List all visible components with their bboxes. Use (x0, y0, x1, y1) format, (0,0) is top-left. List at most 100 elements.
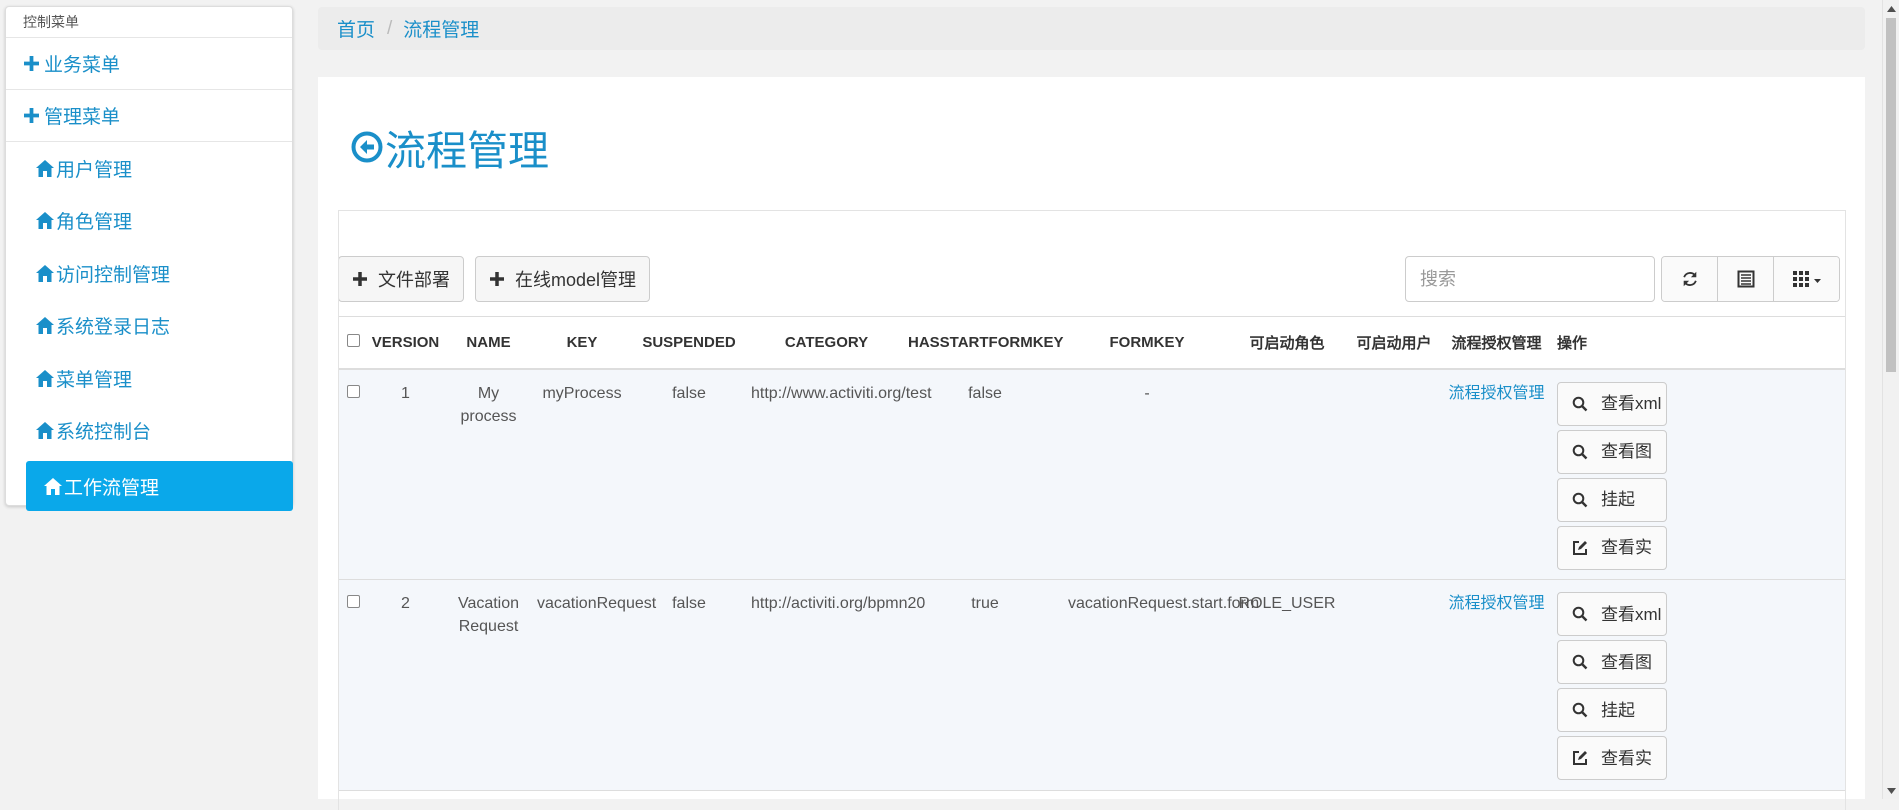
sidebar-item-label: 系统登录日志 (56, 317, 171, 339)
column-header[interactable]: 可启动角色 (1230, 316, 1344, 370)
cell-formkey: vacationRequest.start.form (1064, 579, 1259, 791)
column-header[interactable]: 流程授权管理 (1444, 316, 1549, 370)
menu-group-admin[interactable]: 管理菜单 (6, 90, 292, 142)
cell-users (1344, 368, 1444, 580)
cell-actions: 查看xml 查看图 挂起 查看实 (1549, 579, 1845, 791)
sidebar-item-label: 访问控制管理 (56, 264, 171, 286)
arrow-circle-left-icon[interactable] (351, 131, 383, 163)
sidebar-item-system-console[interactable]: 系统控制台 (6, 405, 292, 458)
cell-formkey: - (1064, 368, 1230, 580)
page-scrollbar[interactable] (1882, 0, 1899, 799)
search-input[interactable] (1405, 256, 1655, 302)
process-table: VERSION NAME KEY SUSPENDED CATEGORY HASS… (339, 316, 1845, 791)
select-all-cell (339, 316, 367, 370)
breadcrumb: 首页 / 流程管理 (318, 7, 1865, 50)
home-icon (36, 159, 54, 177)
scroll-thumb[interactable] (1886, 18, 1896, 372)
action-label: 挂起 (1601, 700, 1635, 720)
view-instances-button[interactable]: 查看实 (1557, 525, 1667, 570)
view-instances-button[interactable]: 查看实 (1557, 736, 1667, 780)
cell-version: 1 (367, 368, 444, 580)
refresh-icon (1681, 270, 1699, 288)
view-diagram-button[interactable]: 查看图 (1557, 640, 1667, 684)
table-header-row: VERSION NAME KEY SUSPENDED CATEGORY HASS… (339, 316, 1845, 370)
sidebar-item-label: 工作流管理 (64, 477, 160, 499)
search-icon (1572, 654, 1588, 670)
menu-group-business[interactable]: 业务菜单 (6, 38, 292, 90)
cell-name: My process (444, 368, 533, 580)
table-tools-group (1661, 256, 1840, 302)
scroll-down-arrow-icon[interactable] (1883, 782, 1899, 799)
scroll-up-arrow-icon[interactable] (1883, 0, 1899, 17)
cell-users (1344, 579, 1444, 791)
cell-hasstartformkey: true (906, 579, 1064, 791)
online-model-label: 在线model管理 (515, 270, 637, 290)
suspend-button[interactable]: 挂起 (1557, 688, 1667, 732)
table-row: 2 Vacation Request vacationRequest false… (339, 579, 1845, 791)
sidebar-item-login-log[interactable]: 系统登录日志 (6, 300, 292, 353)
column-header[interactable]: 可启动用户 (1344, 316, 1444, 370)
cell-roles (1230, 368, 1344, 580)
cell-key: myProcess (533, 368, 631, 580)
column-header[interactable]: HASSTARTFORMKEY (906, 316, 1064, 370)
action-label: 查看图 (1601, 442, 1652, 461)
menu-group-label: 管理菜单 (44, 107, 121, 128)
file-deploy-label: 文件部署 (378, 270, 450, 290)
action-label: 查看xml (1601, 394, 1662, 413)
cell-auth: 流程授权管理 (1444, 368, 1549, 580)
table-row: 1 My process myProcess false http://www.… (339, 368, 1845, 580)
row-checkbox[interactable] (346, 595, 360, 608)
column-header[interactable]: NAME (444, 316, 533, 370)
column-header[interactable]: KEY (533, 316, 631, 370)
row-select-cell (339, 368, 367, 580)
column-header[interactable]: FORMKEY (1064, 316, 1230, 370)
cell-name: Vacation Request (444, 579, 533, 791)
cell-auth: 流程授权管理 (1444, 579, 1549, 791)
column-header[interactable]: CATEGORY (747, 316, 906, 370)
online-model-button[interactable]: 在线model管理 (475, 256, 651, 302)
action-label: 查看图 (1601, 652, 1652, 672)
process-table-panel: 文件部署 在线model管理 搜索 VERSION NAME KEY SUSPE… (338, 210, 1846, 810)
cell-roles: ROLE_USER (1230, 579, 1344, 791)
row-checkbox[interactable] (346, 384, 360, 398)
columns-grid-icon (1792, 271, 1821, 287)
action-label: 查看xml (1601, 604, 1662, 624)
cell-version: 2 (367, 579, 444, 791)
breadcrumb-home-link[interactable]: 首页 (337, 15, 375, 42)
search-icon (1572, 444, 1588, 460)
list-toggle-icon (1737, 270, 1755, 288)
columns-dropdown-button[interactable] (1774, 257, 1839, 301)
suspend-button[interactable]: 挂起 (1557, 477, 1667, 522)
action-label: 挂起 (1601, 490, 1635, 509)
view-xml-button[interactable]: 查看xml (1557, 592, 1667, 636)
breadcrumb-separator: / (387, 17, 393, 39)
plus-icon (24, 56, 39, 71)
toggle-view-button[interactable] (1718, 257, 1774, 301)
page-title-text: 流程管理 (385, 128, 549, 174)
home-icon (36, 264, 54, 282)
action-label: 查看实 (1601, 538, 1652, 557)
menu-group-label: 业务菜单 (44, 55, 121, 76)
sidebar-item-access-control[interactable]: 访问控制管理 (6, 247, 292, 300)
auth-management-link[interactable]: 流程授权管理 (1448, 595, 1544, 612)
select-all-checkbox[interactable] (346, 333, 360, 347)
search-icon (1572, 396, 1588, 412)
sidebar-item-menu-management[interactable]: 菜单管理 (6, 352, 292, 405)
file-deploy-button[interactable]: 文件部署 (339, 256, 464, 302)
search-icon (1572, 606, 1588, 622)
edit-icon (1572, 540, 1588, 556)
column-header[interactable]: 操作 (1549, 316, 1845, 370)
sidebar-item-label: 用户管理 (56, 159, 133, 181)
sidebar-item-workflow-management[interactable]: 工作流管理 (26, 461, 293, 511)
action-label: 查看实 (1601, 748, 1652, 768)
cell-category: http://activiti.org/bpmn20 (747, 579, 925, 791)
sidebar-item-user-management[interactable]: 用户管理 (6, 142, 292, 195)
column-header[interactable]: VERSION (367, 316, 444, 370)
view-diagram-button[interactable]: 查看图 (1557, 429, 1667, 474)
sidebar-item-role-management[interactable]: 角色管理 (6, 195, 292, 248)
auth-management-link[interactable]: 流程授权管理 (1448, 385, 1544, 402)
breadcrumb-current-link[interactable]: 流程管理 (403, 15, 479, 42)
refresh-button[interactable] (1662, 257, 1718, 301)
view-xml-button[interactable]: 查看xml (1557, 381, 1667, 426)
column-header[interactable]: SUSPENDED (631, 316, 747, 370)
